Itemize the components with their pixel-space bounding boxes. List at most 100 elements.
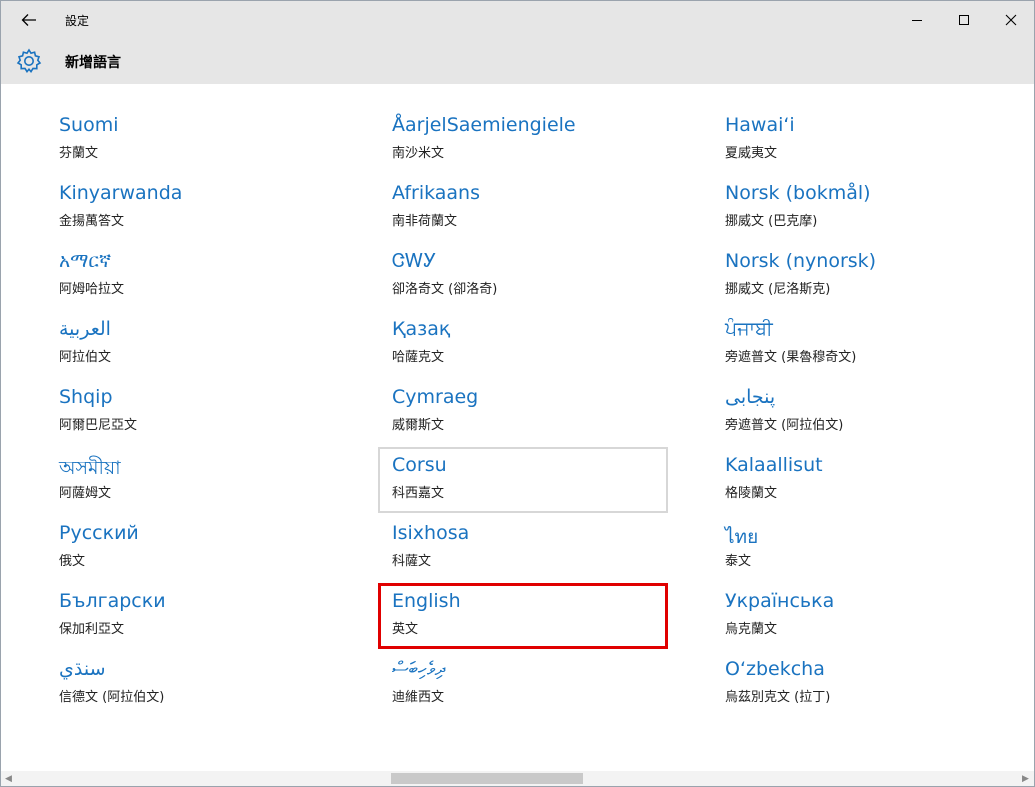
language-native-name: Cymraeg	[392, 386, 479, 408]
language-item[interactable]: ᏣᎳᎩ 卻洛奇文 (卻洛奇)	[378, 243, 668, 309]
language-item[interactable]: Български 保加利亞文	[45, 583, 335, 649]
language-localized-name: 威爾斯文	[392, 418, 445, 433]
language-localized-name: 阿拉伯文	[59, 350, 112, 365]
language-localized-name: 科西嘉文	[392, 486, 445, 501]
language-item[interactable]: অসমীয়া 阿薩姆文	[45, 447, 335, 513]
language-item[interactable]: ÅarjelSaemiengiele 南沙米文	[378, 107, 668, 173]
language-localized-name: 芬蘭文	[59, 146, 99, 161]
scroll-right-icon[interactable]: ▶	[1022, 774, 1029, 784]
page-header: 新增語言	[1, 39, 1034, 84]
language-native-name: Shqip	[59, 386, 113, 408]
language-localized-name: 卻洛奇文 (卻洛奇)	[392, 282, 498, 297]
language-localized-name: 旁遮普文 (阿拉伯文)	[725, 418, 844, 433]
language-native-name: ދިވެހިބަސް	[392, 658, 446, 680]
minimize-button[interactable]	[894, 1, 940, 39]
language-native-name: Hawaiʻi	[725, 114, 795, 136]
language-item[interactable]: Русский 俄文	[45, 515, 335, 581]
language-native-name: Kalaallisut	[725, 454, 823, 476]
language-native-name: Norsk (nynorsk)	[725, 250, 877, 272]
language-localized-name: 烏茲別克文 (拉丁)	[725, 690, 831, 705]
language-item[interactable]: Hawaiʻi 夏威夷文	[711, 107, 1001, 173]
language-native-name: Suomi	[59, 114, 119, 136]
language-item[interactable]: العربية 阿拉伯文	[45, 311, 335, 377]
language-localized-name: 阿爾巴尼亞文	[59, 418, 138, 433]
language-native-name: Afrikaans	[392, 182, 480, 204]
language-native-name: Norsk (bokmål)	[725, 182, 871, 204]
language-localized-name: 哈薩克文	[392, 350, 445, 365]
language-item[interactable]: English 英文	[378, 583, 668, 649]
language-item[interactable]: سنڌي 信德文 (阿拉伯文)	[45, 651, 335, 717]
language-localized-name: 泰文	[725, 554, 752, 569]
language-item[interactable]: Shqip 阿爾巴尼亞文	[45, 379, 335, 445]
language-localized-name: 格陵蘭文	[725, 486, 778, 501]
language-localized-name: 挪威文 (尼洛斯克)	[725, 282, 831, 297]
language-localized-name: 保加利亞文	[59, 622, 125, 637]
gear-icon	[16, 48, 42, 73]
language-native-name: Isixhosa	[392, 522, 470, 544]
language-native-name: Oʻzbekcha	[725, 658, 825, 680]
language-native-name: سنڌي	[59, 658, 106, 680]
language-item[interactable]: አማርኛ 阿姆哈拉文	[45, 243, 335, 309]
language-item[interactable]: ไทย 泰文	[711, 515, 1001, 581]
language-localized-name: 夏威夷文	[725, 146, 778, 161]
language-native-name: Kinyarwanda	[59, 182, 183, 204]
language-native-name: ᏣᎳᎩ	[392, 250, 437, 272]
back-button[interactable]	[11, 5, 47, 35]
back-arrow-icon	[21, 14, 36, 26]
language-localized-name: 阿姆哈拉文	[59, 282, 125, 297]
language-item[interactable]: Norsk (nynorsk) 挪威文 (尼洛斯克)	[711, 243, 1001, 309]
language-grid: Suomi 芬蘭文 Kinyarwanda 金揚萬答文 አማርኛ 阿姆哈拉文 العربية…	[1, 84, 1034, 774]
maximize-icon	[959, 15, 969, 25]
scroll-thumb[interactable]	[391, 773, 583, 784]
language-native-name: Български	[59, 590, 166, 612]
language-native-name: Українська	[725, 590, 835, 612]
language-item[interactable]: پنجابی 旁遮普文 (阿拉伯文)	[711, 379, 1001, 445]
language-native-name: ÅarjelSaemiengiele	[392, 114, 576, 136]
minimize-icon	[912, 20, 922, 21]
language-native-name: Русский	[59, 522, 139, 544]
language-native-name: پنجابی	[725, 386, 776, 408]
language-localized-name: 阿薩姆文	[59, 486, 112, 501]
language-localized-name: 挪威文 (巴克摩)	[725, 214, 818, 229]
settings-window: 設定 新增語言 Suomi 芬蘭文 Kinyarwanda 金揚萬答文 አማርኛ…	[0, 0, 1035, 787]
horizontal-scrollbar[interactable]: ◀ ▶	[1, 771, 1034, 786]
language-item[interactable]: Қазақ 哈薩克文	[378, 311, 668, 377]
language-item[interactable]: Oʻzbekcha 烏茲別克文 (拉丁)	[711, 651, 1001, 717]
header: 設定 新增語言	[1, 1, 1034, 84]
language-localized-name: 科薩文	[392, 554, 432, 569]
language-native-name: Corsu	[392, 454, 447, 476]
close-icon	[1005, 14, 1017, 26]
language-localized-name: 英文	[392, 622, 419, 637]
language-native-name: ਪੰਜਾਬੀ	[725, 318, 773, 340]
close-button[interactable]	[988, 1, 1034, 39]
language-localized-name: 信德文 (阿拉伯文)	[59, 690, 165, 705]
scroll-left-icon[interactable]: ◀	[5, 774, 12, 784]
language-native-name: العربية	[59, 318, 111, 340]
language-item[interactable]: ਪੰਜਾਬੀ 旁遮普文 (果魯穆奇文)	[711, 311, 1001, 377]
language-localized-name: 南非荷蘭文	[392, 214, 458, 229]
language-item[interactable]: Isixhosa 科薩文	[378, 515, 668, 581]
language-localized-name: 迪維西文	[392, 690, 445, 705]
language-native-name: Қазақ	[392, 318, 451, 340]
window-title: 設定	[65, 14, 90, 28]
page-title: 新增語言	[65, 55, 121, 71]
language-item[interactable]: Kalaallisut 格陵蘭文	[711, 447, 1001, 513]
language-item[interactable]: Norsk (bokmål) 挪威文 (巴克摩)	[711, 175, 1001, 241]
language-item[interactable]: ދިވެހިބަސް 迪維西文	[378, 651, 668, 717]
language-item[interactable]: Kinyarwanda 金揚萬答文	[45, 175, 335, 241]
language-item[interactable]: Українська 烏克蘭文	[711, 583, 1001, 649]
maximize-button[interactable]	[941, 1, 987, 39]
language-localized-name: 烏克蘭文	[725, 622, 778, 637]
language-localized-name: 金揚萬答文	[59, 214, 125, 229]
language-native-name: ไทย	[725, 526, 759, 548]
language-item[interactable]: Cymraeg 威爾斯文	[378, 379, 668, 445]
language-item[interactable]: Corsu 科西嘉文	[378, 447, 668, 513]
language-item[interactable]: Afrikaans 南非荷蘭文	[378, 175, 668, 241]
language-native-name: አማርኛ	[59, 250, 112, 272]
language-item[interactable]: Suomi 芬蘭文	[45, 107, 335, 173]
language-localized-name: 南沙米文	[392, 146, 445, 161]
language-localized-name: 俄文	[59, 554, 86, 569]
language-native-name: English	[392, 590, 461, 612]
language-localized-name: 旁遮普文 (果魯穆奇文)	[725, 350, 857, 365]
title-bar: 設定	[1, 1, 1034, 39]
